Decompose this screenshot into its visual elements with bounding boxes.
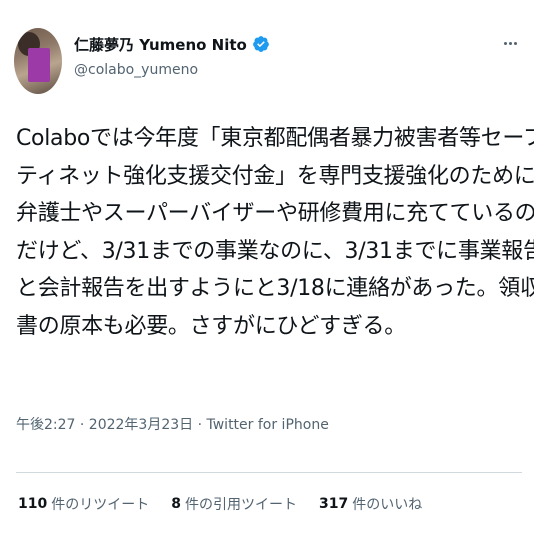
- retweets-count: 110: [18, 496, 48, 512]
- likes-count: 317: [318, 496, 349, 512]
- tweet-text-line: Colaboでは今年度「東京都配偶者暴力被害者等セーフ: [16, 126, 534, 151]
- tweet-text-line: 書の原本も必要。さすがにひどすぎる。: [16, 313, 406, 339]
- divider: [16, 472, 522, 473]
- display-name[interactable]: 仁藤夢乃 Yumeno Nito: [74, 34, 247, 55]
- more-options-icon[interactable]: [500, 34, 520, 52]
- retweets-stat[interactable]: 110 件のリツイート: [18, 494, 149, 514]
- quotes-label: 件の引用ツイート: [184, 497, 297, 513]
- avatar-sign: [28, 48, 50, 82]
- likes-label: 件のいいね: [352, 497, 423, 513]
- tweet-text-line: ティネット強化支援交付金」を専門支援強化のために: [16, 163, 534, 189]
- name-row: 仁藤夢乃 Yumeno Nito: [74, 33, 270, 55]
- handle[interactable]: @colabo_yumeno: [74, 62, 198, 78]
- retweets-label: 件のリツイート: [51, 497, 150, 513]
- tweet-timestamp[interactable]: 午後2:27 · 2022年3月23日 · Twitter for iPhone: [16, 414, 329, 434]
- tweet-header: 仁藤夢乃 Yumeno Nito @colabo_yumeno: [14, 28, 524, 94]
- engagement-stats: 110 件のリツイート 8 件の引用ツイート 317 件のいいね: [18, 493, 444, 515]
- tweet-card: 仁藤夢乃 Yumeno Nito @colabo_yumeno Colaboでは…: [0, 0, 534, 534]
- verified-badge-icon: [252, 35, 270, 53]
- quotes-count: 8: [171, 496, 181, 512]
- avatar[interactable]: [14, 28, 62, 94]
- quotes-stat[interactable]: 8 件の引用ツイート: [171, 494, 297, 514]
- tweet-text-line: と会計報告を出すようにと3/18に連絡があった。領収: [16, 276, 534, 302]
- tweet-text-line: 弁護士やスーパーバイザーや研修費用に充てているの: [16, 201, 534, 227]
- tweet-text: Colaboでは今年度「東京都配偶者暴力被害者等セーフ ティネット強化支援交付金…: [16, 120, 534, 346]
- likes-stat[interactable]: 317 件のいいね: [319, 494, 422, 514]
- tweet-text-line: だけど、3/31までの事業なのに、3/31までに事業報告: [16, 238, 534, 264]
